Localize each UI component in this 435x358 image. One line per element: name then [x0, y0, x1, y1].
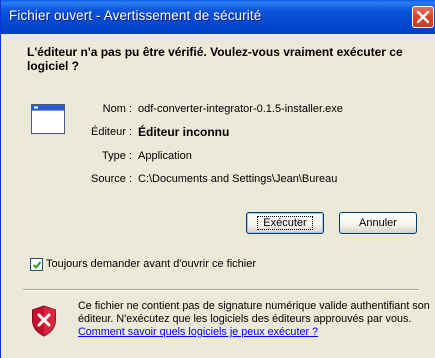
help-link[interactable]: Comment savoir quels logiciels je peux e… — [78, 326, 318, 338]
publisher-label: Éditeur : — [91, 126, 132, 138]
source-label: Source : — [91, 173, 132, 185]
warning-heading: L'éditeur n'a pas pu être vérifié. Voule… — [27, 45, 403, 73]
always-ask-checkbox[interactable] — [30, 258, 43, 271]
cancel-button[interactable]: Annuler — [339, 212, 417, 234]
security-warning-dialog: Fichier ouvert - Avertissement de sécuri… — [0, 0, 435, 358]
name-value: odf-converter-integrator-0.1.5-installer… — [138, 103, 343, 115]
always-ask-label[interactable]: Toujours demander avant d'ouvrir ce fich… — [46, 258, 256, 270]
separator — [23, 289, 419, 291]
application-file-icon — [31, 104, 65, 134]
run-button[interactable]: Exécuter — [246, 212, 324, 234]
type-value: Application — [138, 150, 192, 162]
source-value: C:\Documents and Settings\Jean\Bureau — [138, 173, 338, 185]
close-button[interactable] — [412, 6, 434, 28]
checkmark-icon — [32, 261, 42, 269]
window-title: Fichier ouvert - Avertissement de sécuri… — [9, 8, 262, 23]
type-label: Type : — [102, 150, 132, 162]
run-button-label: Exécuter — [257, 216, 313, 230]
close-icon — [416, 10, 430, 24]
title-bar[interactable]: Fichier ouvert - Avertissement de sécuri… — [1, 0, 435, 34]
warning-text: Ce fichier ne contient pas de signature … — [78, 300, 430, 325]
security-shield-icon — [32, 305, 56, 337]
name-label: Nom : — [102, 103, 132, 115]
publisher-value: Éditeur inconnu — [138, 125, 230, 139]
warning-message: Ce fichier ne contient pas de signature … — [78, 300, 433, 339]
